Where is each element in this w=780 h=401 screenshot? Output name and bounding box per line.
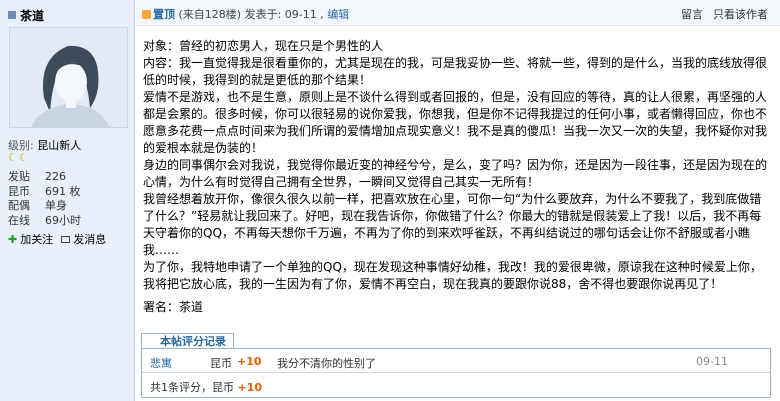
avatar[interactable] bbox=[9, 27, 128, 128]
follow-label[interactable]: 加关注 bbox=[20, 231, 53, 247]
post-paragraph: 身边的同事偶尔会对我说，我觉得你最近变的神经兮兮，是么，变了吗？因为你，还是因为… bbox=[143, 158, 768, 189]
user-info-panel: 茶道 级别: 昆山新人 ☾☾ 发贴 226 昆币 691 枚 配偶 单身 在线 69小时… bbox=[0, 0, 135, 401]
leave-message-link[interactable]: 留言 bbox=[681, 6, 703, 22]
post-paragraph: 爱情不是游戏，也不是生意，原则上是不谈什么得到或者回报的，但是，没有回应的等待，… bbox=[143, 90, 768, 155]
plus-icon: ✚ bbox=[8, 232, 18, 246]
rating-reason: 我分不清你的性别了 bbox=[277, 357, 376, 370]
message-label[interactable]: 发消息 bbox=[73, 231, 106, 247]
send-message-button[interactable]: 发消息 bbox=[61, 231, 106, 247]
username-label[interactable]: 茶道 bbox=[20, 9, 44, 23]
stat-key: 在线 bbox=[8, 214, 30, 228]
post-content: 对象：曾经的初恋男人，现在只是个男性的人 内容：我一直觉得我是很看重你的，尤其是… bbox=[143, 38, 771, 293]
rating-total-label: 共1条评分，昆币 bbox=[150, 381, 234, 394]
rating-total: 共1条评分，昆币 +10 bbox=[150, 379, 262, 395]
user-status-icon bbox=[8, 11, 16, 19]
post-signature: 署名：茶道 bbox=[143, 300, 204, 314]
pin-icon bbox=[142, 10, 151, 19]
rating-amount: +10 bbox=[237, 355, 262, 368]
user-actions: ✚ 加关注 发消息 bbox=[8, 231, 106, 247]
rating-divider bbox=[142, 372, 770, 373]
edit-link[interactable]: 编辑 bbox=[327, 8, 349, 21]
stat-value: 69小时 bbox=[45, 214, 81, 228]
username[interactable]: 茶道 bbox=[8, 7, 44, 24]
rating-body: 悲寓 昆币 +10 我分不清你的性别了 09-11 共1条评分，昆币 +10 bbox=[141, 348, 771, 398]
post-paragraph: 内容：我一直觉得我是很看重你的，尤其是现在的我，可是我妥协一些、将就一些，得到的… bbox=[143, 56, 768, 87]
rating-total-amount: +10 bbox=[237, 381, 263, 394]
post-tools: 留言 只看该作者 bbox=[681, 6, 768, 22]
post-panel: 置顶 (来自128楼) 发表于: 09-11 , 编辑 留言 只看该作者 对象：… bbox=[136, 0, 780, 401]
stat-row-spouse: 配偶 单身 bbox=[8, 199, 81, 214]
rating-currency: 昆币 bbox=[210, 357, 232, 370]
post-meta: 置顶 (来自128楼) 发表于: 09-11 , 编辑 bbox=[142, 6, 349, 22]
stat-row-online: 在线 69小时 bbox=[8, 214, 81, 229]
rating-date: 09-11 bbox=[696, 355, 728, 368]
post-paragraph: 为了你，我特地申请了一个单独的QQ，现在发现这种事情好幼稚，我改！我的爱很卑微，… bbox=[143, 260, 762, 291]
envelope-icon bbox=[61, 235, 71, 243]
follow-button[interactable]: ✚ 加关注 bbox=[8, 231, 53, 247]
rating-row: 悲寓 昆币 +10 我分不清你的性别了 09-11 bbox=[150, 355, 762, 373]
stat-key: 昆币 bbox=[8, 184, 30, 198]
rater-name[interactable]: 悲寓 bbox=[150, 355, 172, 371]
user-stats: 发贴 226 昆币 691 枚 配偶 单身 在线 69小时 bbox=[8, 170, 81, 229]
rank-moons-icon: ☾☾ bbox=[8, 151, 30, 164]
post-paragraph: 我曾经想着放开你，像很久很久以前一样，把喜欢放在心里，可你一句“为什么要放弃，为… bbox=[143, 192, 762, 257]
level-name[interactable]: 昆山新人 bbox=[37, 139, 81, 152]
stat-value: 226 bbox=[45, 170, 66, 183]
post-header: 置顶 (来自128楼) 发表于: 09-11 , 编辑 留言 只看该作者 bbox=[136, 0, 780, 26]
post-paragraph: 对象：曾经的初恋男人，现在只是个男性的人 bbox=[143, 39, 384, 53]
rating-title: 本帖评分记录 bbox=[141, 333, 234, 349]
stat-row-posts: 发贴 226 bbox=[8, 170, 81, 185]
floor-number: (来自128楼) bbox=[178, 8, 242, 21]
sticky-tag: 置顶 bbox=[153, 8, 175, 21]
post-time: 发表于: 09-11 , bbox=[244, 8, 324, 21]
stat-value: 691 枚 bbox=[45, 184, 81, 198]
stat-row-coins: 昆币 691 枚 bbox=[8, 185, 81, 200]
only-author-link[interactable]: 只看该作者 bbox=[713, 6, 768, 22]
stat-key: 配偶 bbox=[8, 199, 30, 213]
stat-key: 发贴 bbox=[8, 170, 30, 183]
stat-value: 单身 bbox=[45, 199, 67, 213]
